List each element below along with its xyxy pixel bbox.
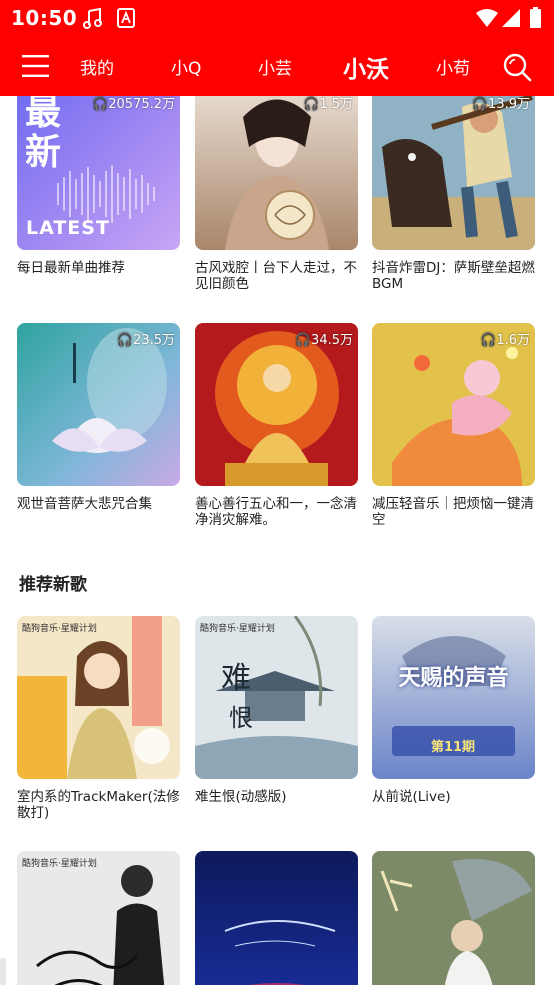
search-icon[interactable]	[502, 52, 532, 86]
app-header: 10:50 我的 小Q 小芸 小沃 小苟	[0, 0, 554, 96]
scroll-indicator[interactable]	[0, 958, 6, 985]
song-cover[interactable]: 酷狗音乐·星耀计划	[17, 616, 180, 779]
playlist-cover[interactable]: 最 新 LATEST 🎧20575.2万	[17, 96, 180, 250]
playlist-title[interactable]: 减压轻音乐｜把烦恼一键清空	[372, 496, 535, 528]
play-count: 🎧20575.2万	[92, 96, 175, 112]
cover-caption: 酷狗音乐·星耀计划	[22, 624, 97, 634]
menu-icon[interactable]	[22, 54, 50, 82]
song-cover[interactable]: 难 恨 酷狗音乐·星耀计划	[195, 616, 358, 779]
cell-signal-icon	[502, 9, 520, 31]
song-title[interactable]: 从前说(Live)	[372, 789, 535, 805]
cover-caption: 酷狗音乐·星耀计划	[200, 624, 275, 634]
wifi-icon	[476, 9, 498, 31]
play-count-value: 13.9万	[488, 97, 530, 112]
play-count-value: 23.5万	[133, 333, 175, 348]
playlist-title[interactable]: 每日最新单曲推荐	[17, 260, 180, 276]
tab-xiaogou[interactable]: 小苟	[436, 54, 470, 79]
headphones-icon: 🎧	[116, 333, 134, 348]
svg-text:第11期: 第11期	[431, 739, 475, 755]
tab-xiaoq[interactable]: 小Q	[171, 54, 201, 79]
tab-xiaowo[interactable]: 小沃	[343, 50, 389, 84]
status-bar: 10:50	[0, 0, 554, 38]
play-count-value: 1.5万	[319, 97, 353, 112]
cover-text-latest: 最	[25, 96, 62, 133]
feed: 最 新 LATEST 🎧20575.2万 每日最新单曲推荐 🎧1.5万 古风戏腔…	[0, 96, 554, 985]
app-notification-icon	[117, 8, 135, 32]
playlist-title[interactable]: 古风戏腔丨台下人走过，不见旧颜色	[195, 260, 358, 292]
playlist-title[interactable]: 观世音菩萨大悲咒合集	[17, 496, 180, 512]
top-navigation: 我的 小Q 小芸 小沃 小苟	[0, 38, 554, 96]
playlist-cover[interactable]: 🎧23.5万	[17, 323, 180, 486]
battery-icon	[530, 7, 541, 32]
play-count-value: 20575.2万	[108, 97, 175, 112]
cover-caption: 酷狗音乐·星耀计划	[22, 859, 97, 869]
playlist-cover[interactable]: 🎧34.5万	[195, 323, 358, 486]
section-title-new-songs: 推荐新歌	[19, 575, 87, 595]
play-count: 🎧13.9万	[472, 96, 530, 112]
playlist-cover[interactable]: 🎧1.5万	[195, 96, 358, 250]
tab-mine[interactable]: 我的	[80, 54, 114, 79]
cover-caption: 天赐的声音	[398, 666, 509, 691]
playlist-title[interactable]: 善心善行五心和一，一念清净消灾解难。	[195, 496, 358, 528]
play-count: 🎧1.6万	[480, 329, 530, 348]
playlist-title[interactable]: 抖音炸雷DJ：萨斯壁垒超燃BGM	[372, 260, 535, 292]
cover-text-new: 新	[25, 132, 62, 173]
headphones-icon: 🎧	[92, 97, 109, 112]
headphones-icon: 🎧	[480, 333, 497, 348]
tab-xiaoyun[interactable]: 小芸	[258, 54, 292, 79]
svg-text:难: 难	[221, 661, 251, 696]
song-cover[interactable]	[372, 851, 535, 985]
play-count-value: 1.6万	[496, 333, 530, 348]
cover-text-latest-en: LATEST	[26, 217, 110, 239]
headphones-icon: 🎧	[303, 97, 320, 112]
play-count-value: 34.5万	[311, 333, 353, 348]
svg-text:恨: 恨	[229, 704, 253, 732]
status-time: 10:50	[11, 6, 78, 30]
song-title[interactable]: 难生恨(动感版)	[195, 789, 358, 805]
playlist-cover[interactable]: 🎧1.6万	[372, 323, 535, 486]
song-cover[interactable]: 酷狗音乐·星耀计划	[17, 851, 180, 985]
play-count: 🎧34.5万	[295, 329, 353, 348]
headphones-icon: 🎧	[294, 333, 312, 348]
playlist-cover[interactable]: 🎧13.9万	[372, 96, 535, 250]
headphones-icon: 🎧	[471, 97, 489, 112]
play-count: 🎧1.5万	[303, 96, 353, 112]
music-note-icon	[82, 7, 104, 34]
song-title[interactable]: 室内系的TrackMaker(法修散打)	[17, 789, 180, 821]
song-cover[interactable]: 第11期 天赐的声音	[372, 616, 535, 779]
play-count: 🎧23.5万	[117, 329, 175, 348]
song-cover[interactable]	[195, 851, 358, 985]
